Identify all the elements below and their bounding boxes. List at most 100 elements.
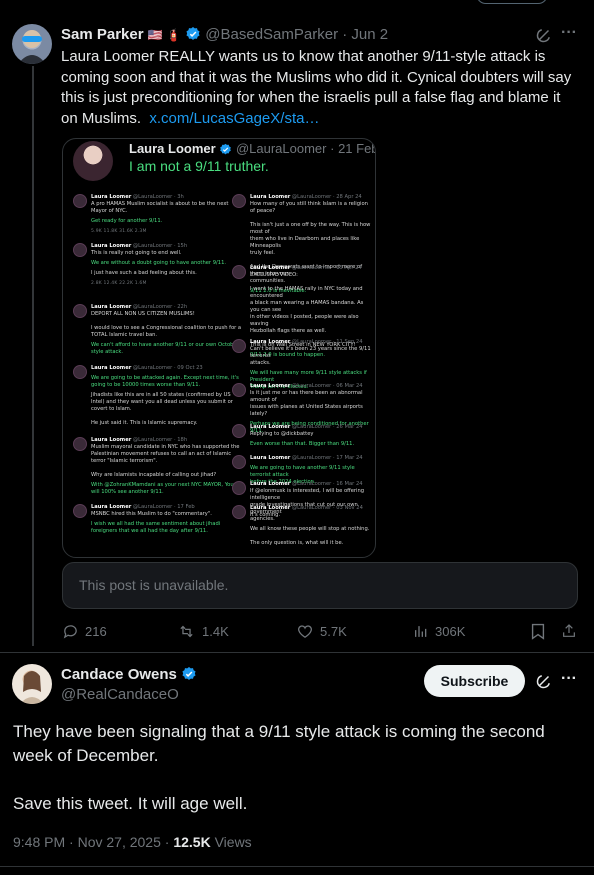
mini-line: Palestinian movement refuses to call an … [91,451,232,457]
mini-line: style attack. [91,349,124,355]
more-options-icon[interactable]: ··· [561,670,577,688]
mini-avatar [232,424,246,438]
tweet-date[interactable]: Nov 27, 2025 [78,834,161,850]
reply-button[interactable]: 216 [62,623,107,640]
thread-line [32,66,34,646]
mini-line [250,519,372,526]
mini-line: This is really not going to end well. [91,250,182,256]
mini-line: Even worse than that. Bigger than 9/11. [250,441,355,447]
mini-tweet: Laura Loomer @LauraLoomer · 26 Mar 24 Rep… [250,424,372,448]
views-count: 306K [435,624,466,639]
quote-date: 21 Feb [338,141,376,156]
grok-icon[interactable] [535,672,553,695]
quote-verified-badge-icon [220,143,232,155]
tweet2-meta: 9:48 PM · Nov 27, 2025 · 12.5K Views [13,834,252,850]
tweet-link[interactable]: x.com/LucasGageX/sta… [149,110,319,127]
avatar[interactable] [12,24,52,64]
mini-line: Is it just me or has there been an abnor… [250,390,363,403]
mini-avatar [73,304,87,318]
mini-tweet: Laura Loomer @LauraLoomer · 3h A pro HAMA… [91,194,249,235]
mini-handle: @LauraLoomer · 22h [131,304,188,310]
mini-author-name: Laura Loomer [91,194,132,200]
mini-avatar [232,383,246,397]
mini-author-name: Laura Loomer [250,383,291,389]
unavailable-post-notice: This post is unavailable. [62,562,578,609]
mini-handle: @LauraLoomer · 16 Mar 24 [290,481,363,487]
mini-line: I wish we all had the same sentiment abo… [91,521,221,527]
mini-tweet: Laura Loomer @LauraLoomer · 18h Muslim ma… [91,437,249,496]
views-button[interactable]: 306K [413,623,465,640]
quoted-image-card[interactable]: Laura Loomer @LauraLoomer · 21 Feb I am … [62,138,376,558]
tweet2-paragraph-2: Save this tweet. It will age well. [13,794,248,813]
tweet-time[interactable]: 9:48 PM [13,834,65,850]
repost-icon [180,625,193,638]
share-icon[interactable] [561,622,577,645]
mini-tweet: Laura Loomer @LauraLoomer · 03 Nov 24 It'… [250,505,372,547]
mini-avatar [232,265,246,279]
mini-line: attacks. [250,360,271,366]
author-name[interactable]: Candace Owens [61,666,177,683]
views-count: 12.5K [173,834,211,850]
mini-avatar [73,437,87,451]
heart-icon [298,625,312,638]
mini-line: We all know these people will stop at no… [250,526,370,532]
mini-tweet: Laura Loomer @LauraLoomer · 17 Feb MSNBC … [91,504,249,535]
mini-author-name: Laura Loomer [250,265,291,271]
quote-avatar [73,141,113,181]
mini-line: terror "Islamic terrorism". [91,458,158,464]
mini-line: The only question is, what will it be. [250,540,344,546]
mini-line: He just said it. This is Islamic suprema… [91,420,198,426]
mini-line: How many of you still think Islam is a r… [250,201,368,214]
author-handle[interactable]: @BasedSamParker [205,26,338,43]
mini-line: foreigners that we all had the day after… [91,528,208,534]
mini-line: going to be 10000 times worse than 9/11. [91,382,201,388]
mini-line: I would love to see a Congressional coal… [91,325,242,331]
flag-emojis: 🇺🇸 🧯 [147,28,181,42]
mini-line: We can't afford to have another 9/11 or … [91,342,244,348]
subscribe-button[interactable]: Subscribe [424,665,525,697]
mini-line [250,257,372,264]
mini-line: DEPORT ALL NON US CITIZEN MUSLIMS! [91,311,195,317]
mini-line: Hezbollah flags there as well. [250,328,327,334]
mini-author-name: Laura Loomer [250,339,291,345]
tweet-date[interactable]: Jun 2 [351,26,388,43]
mini-author-name: Laura Loomer [91,504,132,510]
mini-handle: @LauraLoomer · 11 Sep 24 [290,339,363,345]
quote-separator: · [330,141,335,156]
views-label: Views [214,834,252,850]
mini-handle: @LauraLoomer · 17 Feb [131,504,195,510]
mini-line [91,465,249,472]
author-handle[interactable]: @RealCandaceO [61,686,179,703]
reply-icon [63,625,77,639]
mini-tweet: Laura Loomer @LauraLoomer · 15h This is r… [91,243,249,287]
mini-line: in other videos I posted, people were al… [250,314,359,327]
quote-handle: @LauraLoomer [235,141,327,156]
mini-author-name: Laura Loomer [91,365,132,371]
mini-line: Mayor of NYC. [91,208,128,214]
mini-handle: @LauraLoomer · 06 Mar 24 [290,383,363,389]
tweet-text: Laura Loomer REALLY wants us to know tha… [61,47,581,129]
more-options-icon[interactable]: ··· [561,24,577,42]
avatar[interactable] [12,664,52,704]
mini-author-name: Laura Loomer [250,455,291,461]
mini-author-name: Laura Loomer [91,304,132,310]
mini-avatar [232,339,246,353]
like-button[interactable]: 5.7K [296,623,347,640]
mini-line: If @elonmusk is interested, I will be of… [250,488,365,501]
mini-line: MSNBC hired this Muslim to do "commentar… [91,511,212,517]
mini-author-name: Laura Loomer [250,481,291,487]
bookmark-icon[interactable] [531,623,545,645]
mini-author-name: Laura Loomer [250,505,291,511]
top-partial-button[interactable] [476,0,548,4]
grok-icon[interactable] [535,26,553,49]
mini-handle: @LauraLoomer · 15 Apr 24 [290,265,362,271]
author-name[interactable]: Sam Parker [61,26,144,43]
verified-badge-icon [182,667,196,680]
mini-line: covert to Islam. [91,406,132,412]
mini-line: Get ready for another 9/11. [91,218,163,224]
mini-line: Why are Islamists incapable of calling o… [91,472,217,478]
repost-button[interactable]: 1.4K [177,623,229,640]
verified-badge-icon [186,27,200,40]
mini-author-name: Laura Loomer [250,424,291,430]
mini-handle: @LauraLoomer · 17 Mar 24 [290,455,363,461]
